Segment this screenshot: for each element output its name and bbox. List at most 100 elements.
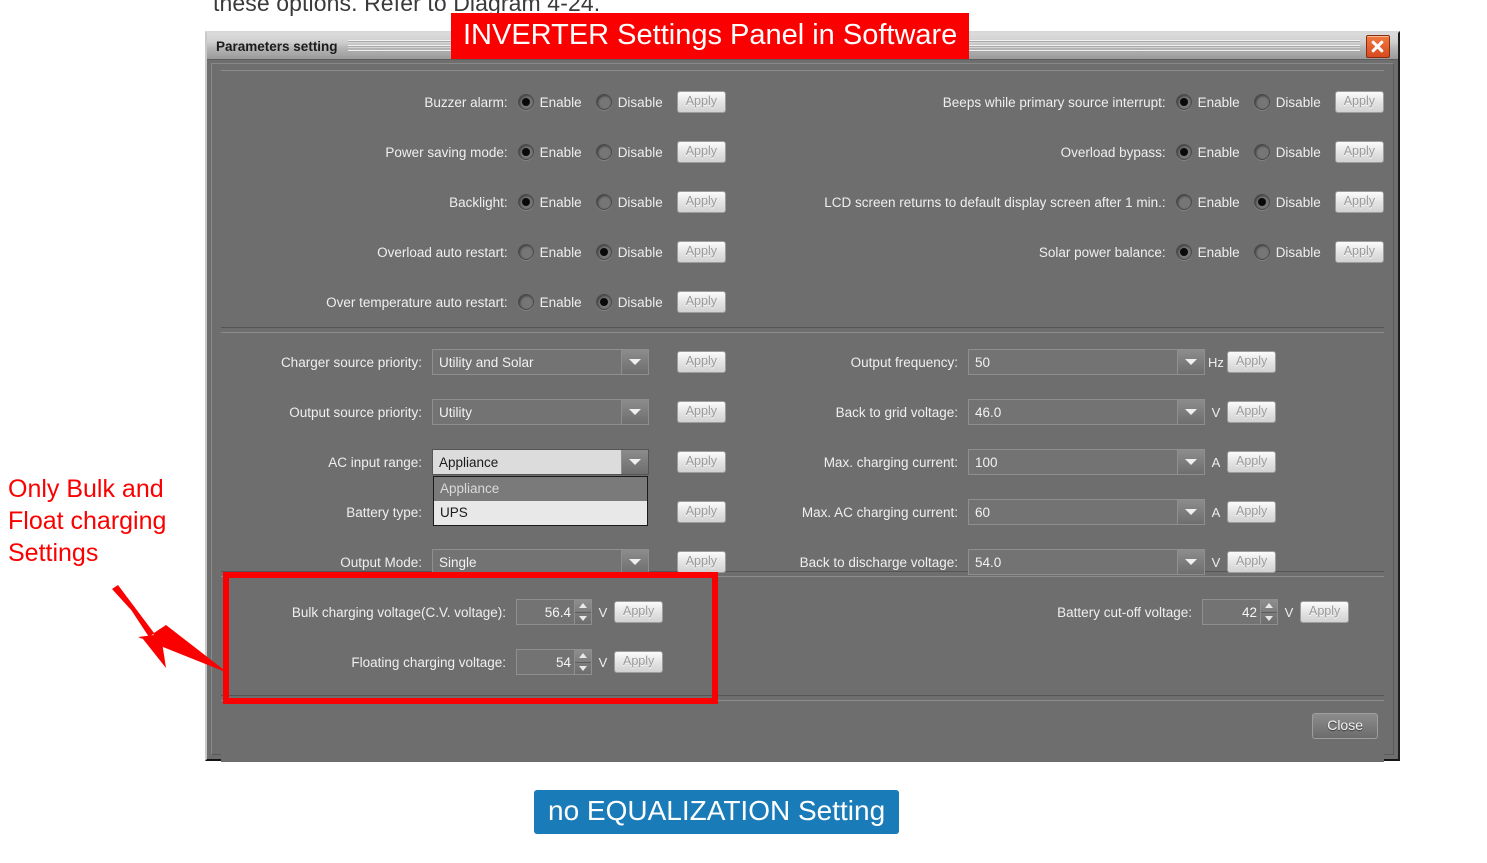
apply-button[interactable]: Apply [676,551,726,573]
apply-button[interactable]: Apply [676,451,726,473]
chevron-down-icon[interactable] [1177,550,1204,574]
voltage-group-right-column: Battery cut-off voltage: 42 V Apply [726,577,1384,695]
radio-disable[interactable] [595,194,612,210]
stepper-decrement-icon[interactable] [575,661,591,675]
radio-disable[interactable] [595,294,612,310]
radio-disable[interactable] [1253,194,1270,210]
chevron-down-icon[interactable] [620,550,648,574]
radio-enable[interactable] [517,144,534,160]
output-frequency-combo[interactable]: 50 [968,349,1205,375]
stepper-arrows[interactable] [574,650,591,674]
setting-label: LCD screen returns to default display sc… [824,194,1166,210]
setting-label: Over temperature auto restart: [326,294,508,310]
setting-row-buzzer-alarm: Buzzer alarm: Enable Disable Apply [221,71,726,127]
radio-enable[interactable] [1175,144,1192,160]
bulk-charging-voltage-stepper[interactable]: 56.4 [516,599,592,625]
back-to-grid-voltage-combo[interactable]: 46.0 [968,399,1205,425]
apply-button[interactable]: Apply [1334,141,1384,163]
max-charging-current-combo[interactable]: 100 [968,449,1205,475]
stepper-decrement-icon[interactable] [1261,611,1277,625]
floating-charging-voltage-stepper[interactable]: 54 [516,649,592,675]
radio-disable[interactable] [595,144,612,160]
output-mode-combo[interactable]: Single [432,549,649,575]
unit-label: A [1211,504,1221,520]
parameters-setting-window: Parameters setting Buzzer alarm: Enable … [205,31,1400,762]
setting-label: Back to discharge voltage: [799,554,958,570]
max-ac-charging-current-combo[interactable]: 60 [968,499,1205,525]
radio-enable[interactable] [517,294,534,310]
apply-button[interactable]: Apply [614,601,664,623]
stepper-arrows[interactable] [1260,600,1277,624]
voltage-group-left-column: Bulk charging voltage(C.V. voltage): 56.… [221,577,726,695]
radio-disable[interactable] [595,244,612,260]
radio-disable[interactable] [1253,94,1270,110]
apply-button[interactable]: Apply [676,241,726,263]
stepper-increment-icon[interactable] [575,650,591,662]
setting-row-bulk-charging-voltage: Bulk charging voltage(C.V. voltage): 56.… [221,577,726,637]
combo-value: 46.0 [975,404,1002,420]
ac-input-range-combo[interactable]: Appliance Appliance UPS [432,449,649,526]
radio-enable[interactable] [517,194,534,210]
chevron-down-icon[interactable] [1177,400,1204,424]
annotation-left-callout: Only Bulk and Float charging Settings [8,473,166,569]
stepper-decrement-icon[interactable] [575,611,591,625]
chevron-down-icon[interactable] [620,350,648,374]
charging-voltage-group: Bulk charging voltage(C.V. voltage): 56.… [221,576,1384,696]
annotation-title-banner: INVERTER Settings Panel in Software [451,13,970,59]
setting-label: Output frequency: [850,354,958,370]
apply-button[interactable]: Apply [1227,351,1277,373]
radio-disable[interactable] [595,94,612,110]
apply-button[interactable]: Apply [1334,91,1384,113]
apply-button[interactable]: Apply [1227,501,1277,523]
output-source-priority-combo[interactable]: Utility [432,399,649,425]
setting-row-floating-charging-voltage: Floating charging voltage: 54 V Apply [221,637,726,687]
combo-value: 50 [975,354,991,370]
radio-enable[interactable] [517,94,534,110]
close-icon[interactable] [1366,34,1390,58]
apply-button[interactable]: Apply [1227,401,1277,423]
apply-button[interactable]: Apply [676,401,726,423]
apply-button[interactable]: Apply [676,191,726,213]
setting-row-beeps-primary-source-interrupt: Beeps while primary source interrupt: En… [726,71,1384,127]
apply-button[interactable]: Apply [1300,601,1350,623]
radio-enable[interactable] [1175,244,1192,260]
chevron-down-icon[interactable] [1177,500,1204,524]
apply-button[interactable]: Apply [1334,241,1384,263]
setting-row-charger-source-priority: Charger source priority: Utility and Sol… [221,333,726,387]
dropdown-option-ups[interactable]: UPS [434,501,647,525]
apply-button[interactable]: Apply [676,501,726,523]
close-button[interactable]: Close [1312,713,1378,739]
dropdown-option-appliance[interactable]: Appliance [434,477,647,501]
apply-button[interactable]: Apply [676,291,726,313]
charger-source-priority-combo[interactable]: Utility and Solar [432,349,649,375]
back-to-discharge-voltage-combo[interactable]: 54.0 [968,549,1205,575]
stepper-arrows[interactable] [574,600,591,624]
chevron-down-icon[interactable] [1177,450,1204,474]
radio-enable[interactable] [517,244,534,260]
radio-enable[interactable] [1175,194,1192,210]
stepper-increment-icon[interactable] [1261,600,1277,612]
chevron-down-icon[interactable] [620,450,648,474]
apply-button[interactable]: Apply [676,141,726,163]
radio-enable[interactable] [1175,94,1192,110]
radio-disable[interactable] [1253,144,1270,160]
apply-button[interactable]: Apply [676,351,726,373]
apply-button[interactable]: Apply [1334,191,1384,213]
setting-row-output-frequency: Output frequency: 50 Hz Apply [726,333,1384,387]
battery-cutoff-voltage-stepper[interactable]: 42 [1202,599,1278,625]
unit-label: V [598,604,608,620]
apply-button[interactable]: Apply [614,651,664,673]
radio-disable[interactable] [1253,244,1270,260]
chevron-down-icon[interactable] [620,400,648,424]
annotation-bottom-banner: no EQUALIZATION Setting [534,790,900,834]
chevron-down-icon[interactable] [1177,350,1204,374]
apply-button[interactable]: Apply [676,91,726,113]
dialog-footer: Close [221,700,1384,762]
apply-button[interactable]: Apply [1227,451,1277,473]
radio-disable-label: Disable [617,294,663,310]
apply-button[interactable]: Apply [1227,551,1277,573]
stepper-value: 54 [555,654,571,670]
stepper-increment-icon[interactable] [575,600,591,612]
radio-disable-label: Disable [1275,194,1321,210]
radio-disable-label: Disable [1275,144,1321,160]
